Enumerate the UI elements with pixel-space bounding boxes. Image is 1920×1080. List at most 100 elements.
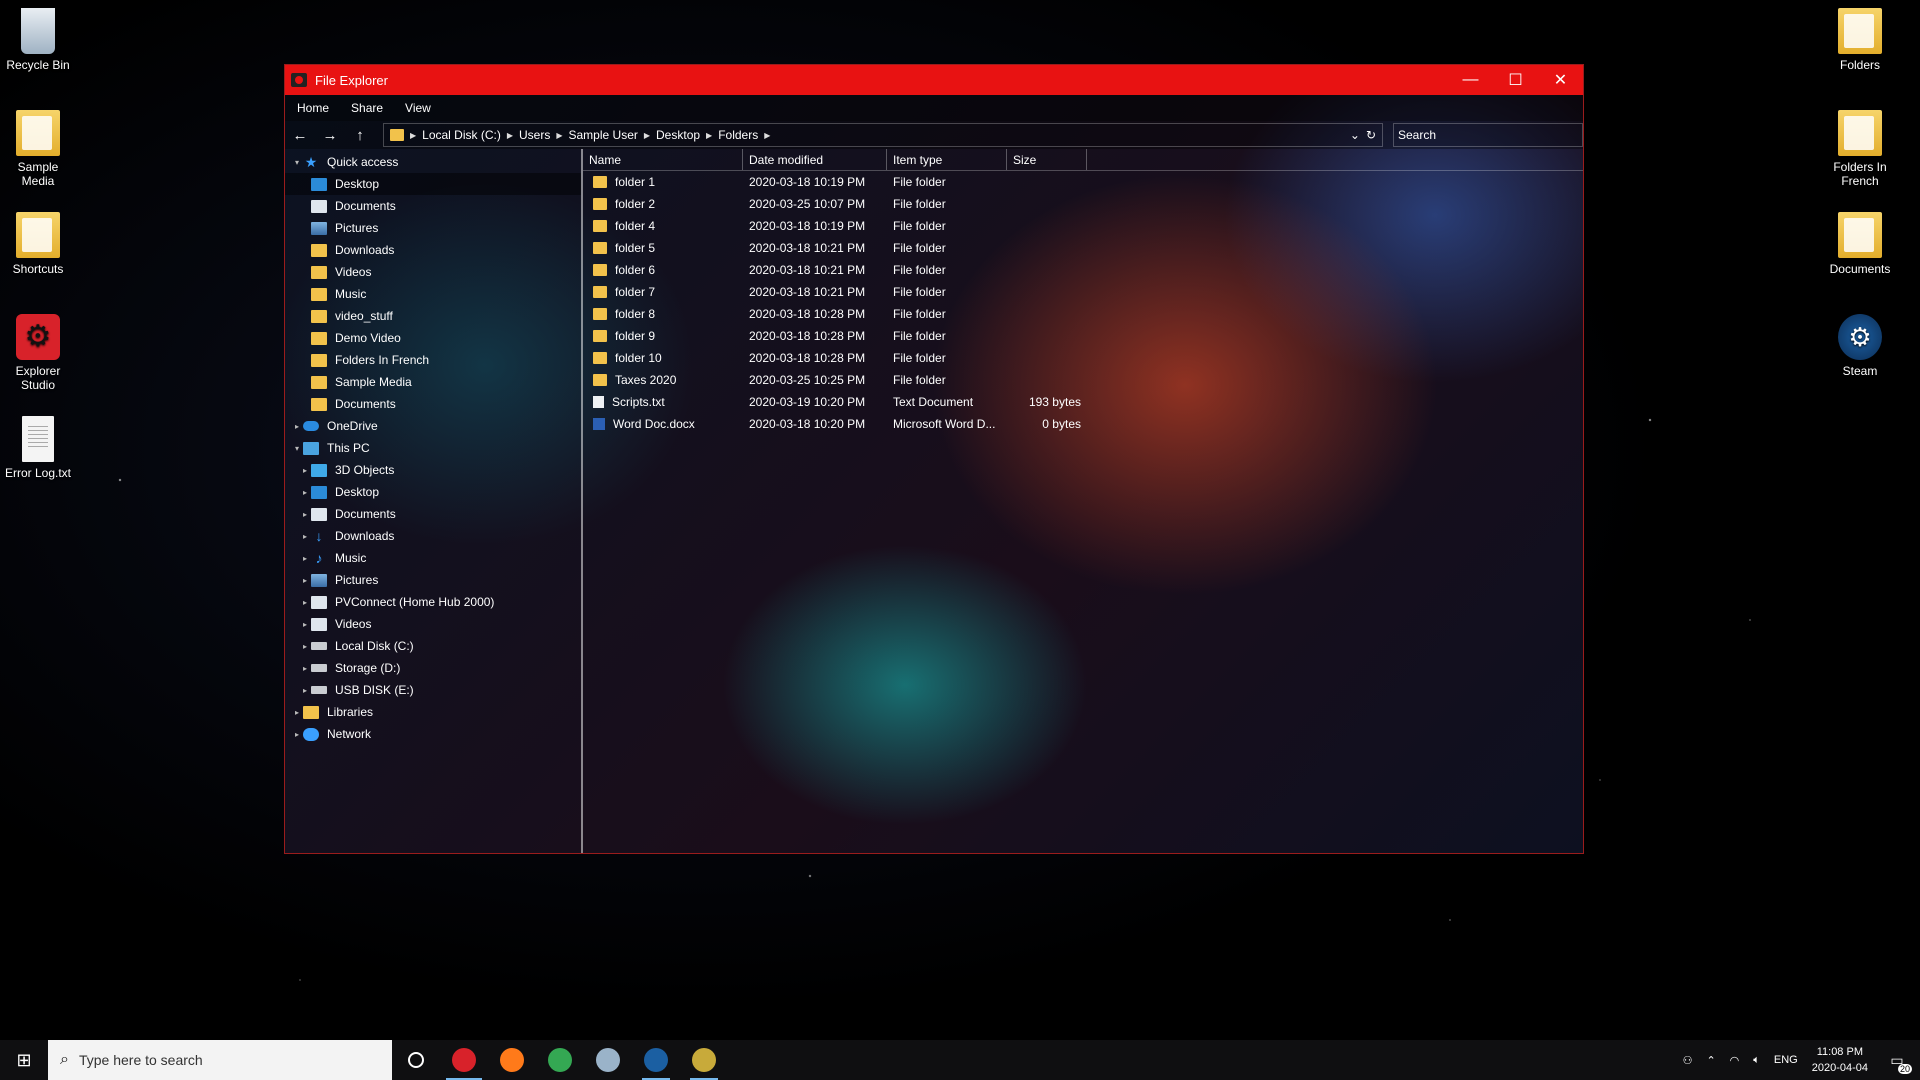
expand-right-icon[interactable]: ▸ (299, 466, 311, 475)
nav-item-local-disk-c[interactable]: ▸ Local Disk (C:) (285, 635, 581, 657)
desktop-icon-error-log-txt[interactable]: Error Log.txt (0, 416, 76, 480)
file-manager-icon[interactable] (584, 1040, 632, 1080)
tab-home[interactable]: Home (297, 101, 329, 115)
chrome-icon[interactable] (536, 1040, 584, 1080)
breadcrumb-sample-user[interactable]: Sample User (569, 128, 638, 142)
file-row-folder-8[interactable]: folder 8 2020-03-18 10:28 PM File folder (583, 303, 1583, 325)
nav-item-videos[interactable]: ▸ Videos (285, 613, 581, 635)
breadcrumb-desktop[interactable]: Desktop (656, 128, 700, 142)
column-date-header[interactable]: Date modified (743, 149, 887, 170)
explorer-studio-taskbar-icon[interactable] (440, 1040, 488, 1080)
expand-right-icon[interactable]: ▸ (299, 664, 311, 673)
file-row-folder-2[interactable]: folder 2 2020-03-25 10:07 PM File folder (583, 193, 1583, 215)
file-row-folder-9[interactable]: folder 9 2020-03-18 10:28 PM File folder (583, 325, 1583, 347)
desktop-icon-documents[interactable]: Documents (1822, 212, 1898, 276)
nav-item-downloads[interactable]: Downloads (285, 239, 581, 261)
nav-item-libraries[interactable]: ▸ Libraries (285, 701, 581, 723)
file-row-word-doc-docx[interactable]: Word Doc.docx 2020-03-18 10:20 PM Microsof… (583, 413, 1583, 435)
desktop-icon-folders-in-french[interactable]: Folders In French (1822, 110, 1898, 188)
file-row-folder-1[interactable]: folder 1 2020-03-18 10:19 PM File folder (583, 171, 1583, 193)
firefox-icon[interactable] (488, 1040, 536, 1080)
nav-item-storage-d[interactable]: ▸ Storage (D:) (285, 657, 581, 679)
forward-arrow-icon[interactable]: → (315, 127, 345, 144)
nav-item-this-pc[interactable]: ▾ This PC (285, 437, 581, 459)
expand-right-icon[interactable]: ▸ (299, 510, 311, 519)
nav-item-demo-video[interactable]: Demo Video (285, 327, 581, 349)
breadcrumb-users[interactable]: Users (519, 128, 550, 142)
nav-item-quick-access[interactable]: ▾ ★ Quick access (285, 151, 581, 173)
nav-item-pvconnect-home-hub-2000[interactable]: ▸ PVConnect (Home Hub 2000) (285, 591, 581, 613)
file-row-folder-6[interactable]: folder 6 2020-03-18 10:21 PM File folder (583, 259, 1583, 281)
volume-icon[interactable]: 🔈︎ (1753, 1054, 1760, 1067)
search-input[interactable]: Search (1393, 123, 1583, 147)
file-row-folder-5[interactable]: folder 5 2020-03-18 10:21 PM File folder (583, 237, 1583, 259)
nav-item-videos[interactable]: Videos (285, 261, 581, 283)
desktop-icon-folders[interactable]: Folders (1822, 8, 1898, 72)
nav-item-folders-in-french[interactable]: Folders In French (285, 349, 581, 371)
expand-right-icon[interactable]: ▸ (299, 488, 311, 497)
nav-item-downloads[interactable]: ▸ ↓ Downloads (285, 525, 581, 547)
nav-item-desktop[interactable]: ▸ Desktop (285, 481, 581, 503)
expand-down-icon[interactable]: ▾ (291, 158, 303, 167)
expand-right-icon[interactable]: ▸ (299, 686, 311, 695)
nav-item-video-stuff[interactable]: video_stuff (285, 305, 581, 327)
expand-right-icon[interactable]: ▸ (291, 422, 303, 431)
address-dropdown-icon[interactable]: ⌄ (1350, 128, 1360, 142)
nav-item-documents[interactable]: ▸ Documents (285, 503, 581, 525)
tab-view[interactable]: View (405, 101, 431, 115)
desktop-icon-steam[interactable]: Steam (1822, 314, 1898, 378)
column-name-header[interactable]: Name (583, 149, 743, 170)
maximize-button[interactable]: ☐ (1493, 65, 1538, 95)
nav-item-pictures[interactable]: Pictures (285, 217, 581, 239)
breadcrumb-folders[interactable]: Folders (718, 128, 758, 142)
league-icon[interactable] (680, 1040, 728, 1080)
network-icon[interactable]: ◠ (1730, 1054, 1740, 1067)
show-hidden-icons-icon[interactable]: ⌃ (1706, 1054, 1715, 1067)
nav-item-music[interactable]: ▸ ♪ Music (285, 547, 581, 569)
desktop-icon-explorer-studio[interactable]: Explorer Studio (0, 314, 76, 392)
expand-right-icon[interactable]: ▸ (299, 598, 311, 607)
nav-item-pictures[interactable]: ▸ Pictures (285, 569, 581, 591)
steam-taskbar-icon[interactable] (632, 1040, 680, 1080)
column-size-header[interactable]: Size (1007, 149, 1087, 170)
nav-item-onedrive[interactable]: ▸ OneDrive (285, 415, 581, 437)
minimize-button[interactable]: — (1448, 65, 1493, 95)
clock[interactable]: 11:08 PM 2020-04-04 (1812, 1044, 1868, 1076)
file-row-folder-4[interactable]: folder 4 2020-03-18 10:19 PM File folder (583, 215, 1583, 237)
action-center-icon[interactable]: ▭ 20 (1882, 1048, 1912, 1074)
nav-item-desktop[interactable]: Desktop (285, 173, 581, 195)
file-row-folder-7[interactable]: folder 7 2020-03-18 10:21 PM File folder (583, 281, 1583, 303)
address-bar[interactable]: ▶ Local Disk (C:) ▶ Users ▶ Sample User … (383, 123, 1383, 147)
expand-down-icon[interactable]: ▾ (291, 444, 303, 453)
close-button[interactable]: ✕ (1538, 65, 1583, 95)
tab-share[interactable]: Share (351, 101, 383, 115)
back-arrow-icon[interactable]: ← (285, 127, 315, 144)
expand-right-icon[interactable]: ▸ (299, 532, 311, 541)
nav-item-music[interactable]: Music (285, 283, 581, 305)
nav-item-network[interactable]: ▸ Network (285, 723, 581, 745)
title-bar[interactable]: File Explorer — ☐ ✕ (285, 65, 1583, 95)
expand-right-icon[interactable]: ▸ (299, 620, 311, 629)
up-arrow-icon[interactable]: ↑ (345, 127, 375, 144)
file-row-folder-10[interactable]: folder 10 2020-03-18 10:28 PM File folder (583, 347, 1583, 369)
language-indicator[interactable]: ENG (1774, 1054, 1798, 1066)
people-icon[interactable]: ⚇ (1683, 1054, 1693, 1067)
desktop-icon-shortcuts[interactable]: Shortcuts (0, 212, 76, 276)
expand-right-icon[interactable]: ▸ (299, 576, 311, 585)
expand-right-icon[interactable]: ▸ (291, 708, 303, 717)
nav-item-usb-disk-e[interactable]: ▸ USB DISK (E:) (285, 679, 581, 701)
file-row-taxes-2020[interactable]: Taxes 2020 2020-03-25 10:25 PM File folder (583, 369, 1583, 391)
expand-right-icon[interactable]: ▸ (291, 730, 303, 739)
refresh-icon[interactable]: ↻ (1366, 128, 1376, 142)
breadcrumb-local-disk[interactable]: Local Disk (C:) (422, 128, 501, 142)
desktop-icon-recycle-bin[interactable]: Recycle Bin (0, 8, 76, 72)
nav-item-sample-media[interactable]: Sample Media (285, 371, 581, 393)
desktop-icon-sample-media[interactable]: Sample Media (0, 110, 76, 188)
expand-right-icon[interactable]: ▸ (299, 642, 311, 651)
nav-item-3d-objects[interactable]: ▸ 3D Objects (285, 459, 581, 481)
file-row-scripts-txt[interactable]: Scripts.txt 2020-03-19 10:20 PM Text Docum… (583, 391, 1583, 413)
column-type-header[interactable]: Item type (887, 149, 1007, 170)
windows-start-icon[interactable]: ⊞ (0, 1040, 48, 1080)
cortana-icon[interactable] (392, 1040, 440, 1080)
expand-right-icon[interactable]: ▸ (299, 554, 311, 563)
